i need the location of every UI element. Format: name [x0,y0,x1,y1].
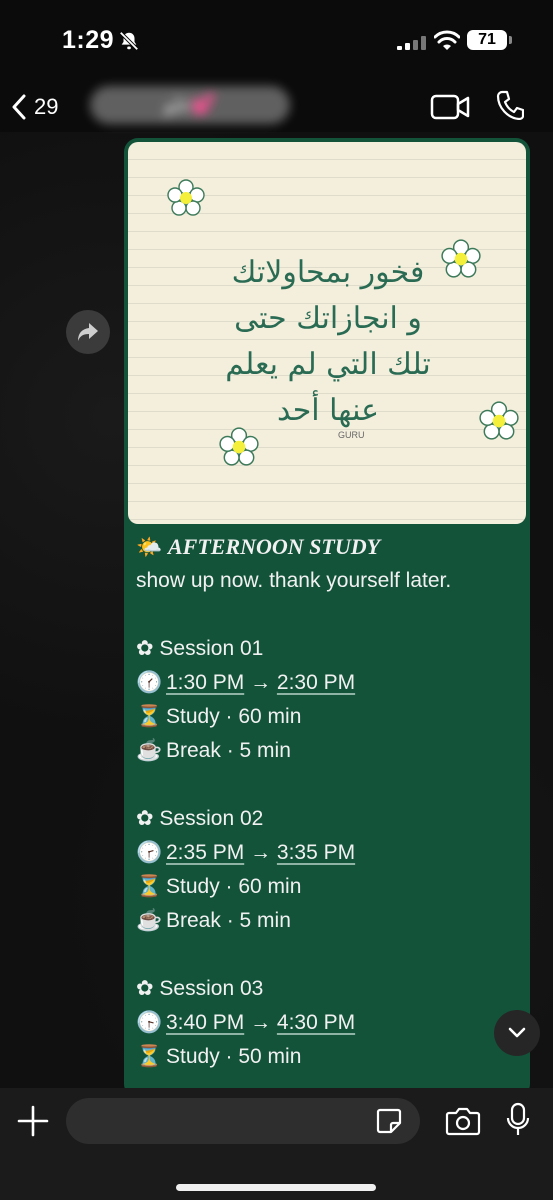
arrow: → [250,671,272,694]
quote-line: تلك التي لم يعلم [225,347,431,382]
message-bubble[interactable]: فخور بمحاولاتك و انجازاتك حتى تلك التي ل… [124,138,530,1098]
daisy-icon [167,179,205,216]
session-time: 🕞 3:40 PM → 4:30 PM [136,1006,521,1040]
arrow: → [250,1011,272,1034]
hourglass-icon: ⏳ [136,705,163,728]
arrow: → [250,841,272,864]
break-duration: Break · 5 min [166,739,291,762]
plus-icon[interactable] [16,1104,50,1138]
session-time: 🕜 1:30 PM → 2:30 PM [136,666,521,700]
message-title-line: 🌤️ AFTERNOON STUDY [136,530,521,564]
quote-text: فخور بمحاولاتك و انجازاتك حتى تلك التي ل… [168,250,488,434]
silent-bell-icon [119,31,139,51]
chevron-down-icon [508,1027,526,1038]
clock-icon: 🕝 [136,841,163,864]
end-time-link[interactable]: 2:30 PM [277,671,355,694]
start-time-link[interactable]: 3:40 PM [166,1011,244,1034]
forward-button[interactable] [66,310,110,354]
sticker-icon[interactable] [376,1108,402,1134]
study-duration: Study · 60 min [166,875,302,898]
message-title: AFTERNOON STUDY [168,534,381,559]
composer-bar [0,1088,553,1200]
home-indicator [176,1184,376,1191]
session-label: ✿ Session 01 [136,637,264,660]
session-time: 🕝 2:35 PM → 3:35 PM [136,836,521,870]
start-time-link[interactable]: 1:30 PM [166,671,244,694]
study-line: ⏳ Study · 60 min [136,700,521,734]
quote-line: و انجازاتك حتى [234,301,422,336]
message-input[interactable] [66,1098,420,1144]
coffee-icon: ☕ [136,909,163,932]
back-button[interactable]: 29 [12,90,92,124]
clock-icon: 🕜 [136,671,163,694]
break-duration: Break · 5 min [166,909,291,932]
contact-name[interactable]: غلو💕 [90,86,290,124]
coffee-icon: ☕ [136,739,163,762]
camera-icon[interactable] [445,1106,481,1136]
unread-count: 29 [34,94,59,119]
quote-image[interactable]: فخور بمحاولاتك و انجازاتك حتى تلك التي ل… [128,142,526,524]
hourglass-icon: ⏳ [136,875,163,898]
message-text: 🌤️ AFTERNOON STUDY show up now. thank yo… [136,530,521,1074]
signal-icon [397,36,426,50]
battery-cap [509,36,512,44]
status-bar: 1:29 71 [0,0,553,80]
sun-cloud-icon: 🌤️ [136,536,163,559]
study-line: ⏳ Study · 60 min [136,870,521,904]
phone-call-icon[interactable] [496,90,524,120]
video-call-icon[interactable] [430,94,470,120]
study-duration: Study · 50 min [166,1045,302,1068]
quote-line: فخور بمحاولاتك [231,255,425,290]
break-line: ☕ Break · 5 min [136,734,521,768]
chevron-left-icon [12,94,26,120]
microphone-icon[interactable] [506,1102,530,1138]
forward-arrow-icon [78,323,98,341]
session-label: ✿ Session 03 [136,977,264,1000]
wifi-icon [434,30,460,50]
hourglass-icon: ⏳ [136,1045,163,1068]
quote-line: عنها أحد [276,393,380,428]
study-duration: Study · 60 min [166,705,302,728]
break-line: ☕ Break · 5 min [136,904,521,938]
start-time-link[interactable]: 2:35 PM [166,841,244,864]
end-time-link[interactable]: 4:30 PM [277,1011,355,1034]
clock-icon: 🕞 [136,1011,163,1034]
scroll-to-bottom-button[interactable] [494,1010,540,1056]
chat-header: 29 غلو💕 [0,80,553,132]
message-subtitle: show up now. thank yourself later. [136,569,452,592]
battery-indicator: 71 [467,30,507,50]
end-time-link[interactable]: 3:35 PM [277,841,355,864]
image-signature: GURU [338,430,365,440]
status-time: 1:29 [62,26,115,54]
session-label: ✿ Session 02 [136,807,264,830]
study-line: ⏳ Study · 50 min [136,1040,521,1074]
